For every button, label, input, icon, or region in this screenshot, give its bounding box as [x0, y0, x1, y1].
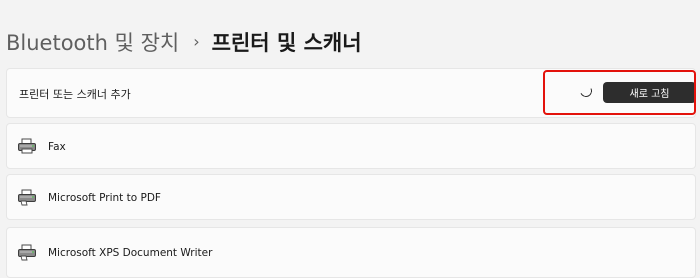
- page-title: 프린터 및 스캐너: [211, 31, 362, 55]
- add-printer-card: 프린터 또는 스캐너 추가: [6, 68, 696, 118]
- add-printer-label: 프린터 또는 스캐너 추가: [19, 88, 131, 101]
- breadcrumb-parent-bluetooth-devices[interactable]: Bluetooth 및 장치: [6, 27, 179, 57]
- device-name: Microsoft Print to PDF: [48, 192, 161, 204]
- fax-printer-icon: [17, 138, 37, 156]
- breadcrumb: Bluetooth 및 장치 › 프린터 및 스캐너: [6, 26, 362, 58]
- device-item-microsoft-print-to-pdf[interactable]: Microsoft Print to PDF: [6, 174, 696, 220]
- pdf-printer-icon: [17, 189, 37, 207]
- device-name: Microsoft XPS Document Writer: [48, 247, 213, 259]
- device-item-fax[interactable]: Fax: [6, 123, 696, 169]
- xps-printer-icon: [17, 244, 37, 262]
- device-item-microsoft-xps-document-writer[interactable]: Microsoft XPS Document Writer: [6, 227, 696, 278]
- refresh-button[interactable]: 새로 고침: [603, 82, 696, 103]
- breadcrumb-separator-icon: ›: [193, 31, 200, 51]
- device-name: Fax: [48, 141, 66, 153]
